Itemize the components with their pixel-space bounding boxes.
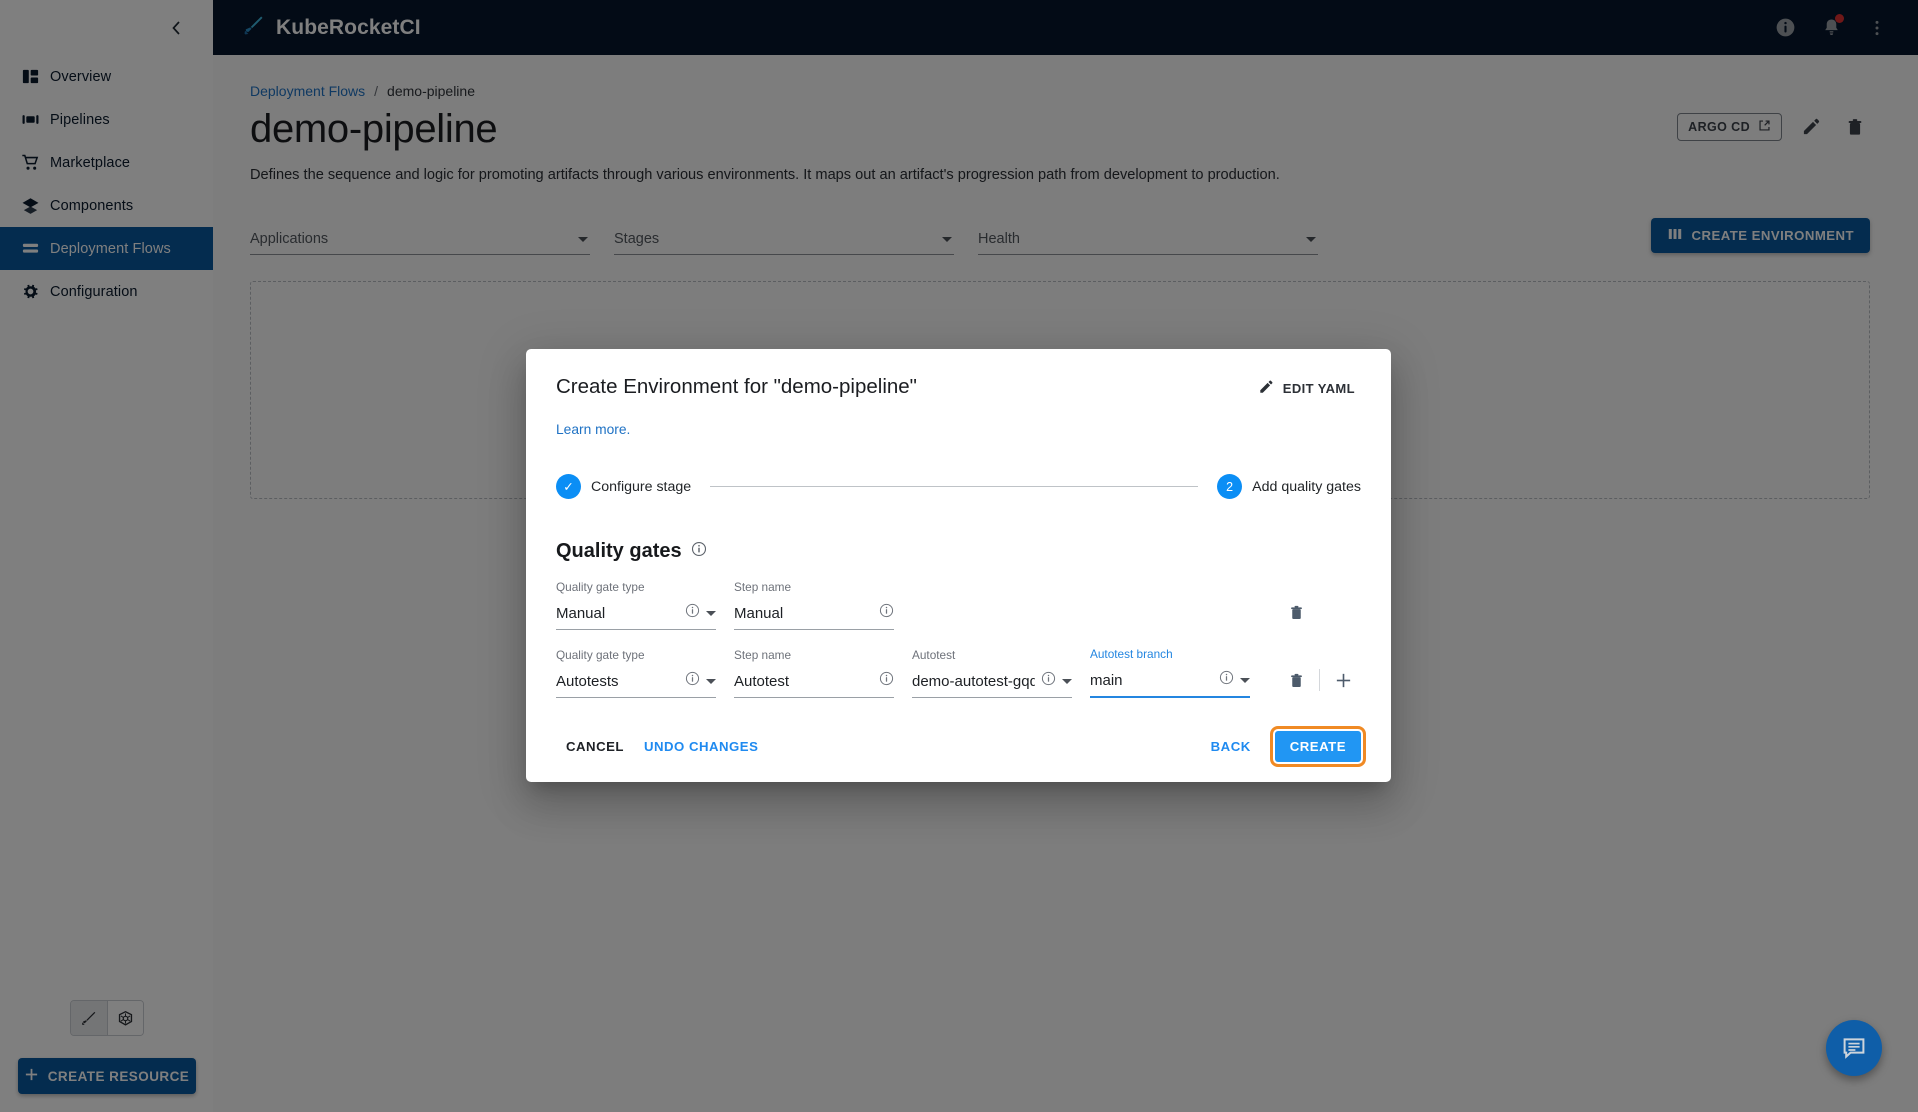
info-icon[interactable] bbox=[879, 603, 894, 623]
dialog-footer: CANCEL UNDO CHANGES BACK CREATE bbox=[556, 726, 1367, 782]
quality-gate-type-input[interactable]: Manual bbox=[556, 600, 716, 630]
action-divider bbox=[1319, 601, 1320, 623]
action-divider bbox=[1319, 669, 1320, 691]
step-marker-icon: ✓ bbox=[556, 474, 581, 499]
cancel-button[interactable]: CANCEL bbox=[556, 731, 634, 762]
autotest-input[interactable]: demo-autotest-gqdx bbox=[912, 668, 1072, 698]
step-name-label: Step name bbox=[734, 648, 792, 662]
create-button[interactable]: CREATE bbox=[1269, 726, 1367, 767]
quality-gate-type-value: Manual bbox=[556, 604, 606, 622]
edit-yaml-button[interactable]: EDIT YAML bbox=[1252, 375, 1361, 402]
chevron-down-icon[interactable] bbox=[706, 610, 716, 616]
autotest-branch-input[interactable]: main bbox=[1090, 667, 1250, 698]
add-quality-gate-placeholder bbox=[1325, 594, 1361, 630]
chevron-down-icon[interactable] bbox=[1062, 678, 1072, 684]
step-name-input[interactable]: Manual bbox=[734, 600, 894, 630]
chat-button[interactable] bbox=[1826, 1020, 1882, 1076]
quality-gates-title: Quality gates bbox=[556, 540, 682, 562]
step-marker-icon: 2 bbox=[1217, 474, 1243, 499]
quality-gate-row: Quality gate type Manual Step name Manual bbox=[556, 580, 1361, 630]
info-icon[interactable] bbox=[1041, 671, 1056, 691]
autotest-branch-value: main bbox=[1090, 671, 1123, 689]
row-actions bbox=[1278, 662, 1361, 698]
dialog-header: Create Environment for "demo-pipeline" E… bbox=[556, 375, 1361, 402]
step-name-field: Step name Autotest bbox=[734, 648, 894, 698]
step-name-value: Autotest bbox=[734, 672, 790, 690]
learn-more-link[interactable]: Learn more. bbox=[556, 422, 1361, 437]
quality-gate-type-label: Quality gate type bbox=[556, 648, 645, 662]
autotest-value: demo-autotest-gqdx bbox=[912, 672, 1035, 690]
info-icon[interactable] bbox=[685, 671, 700, 691]
step-name-label: Step name bbox=[734, 580, 792, 594]
dialog-title: Create Environment for "demo-pipeline" bbox=[556, 375, 917, 398]
autotest-branch-field: Autotest branch main bbox=[1090, 647, 1250, 698]
autotest-branch-label: Autotest branch bbox=[1090, 647, 1173, 661]
quality-gate-type-field: Quality gate type Autotests bbox=[556, 648, 716, 698]
quality-gate-type-field: Quality gate type Manual bbox=[556, 580, 716, 630]
back-button[interactable]: BACK bbox=[1201, 731, 1261, 762]
create-environment-dialog: Create Environment for "demo-pipeline" E… bbox=[526, 349, 1391, 782]
chevron-down-icon[interactable] bbox=[1240, 677, 1250, 683]
info-icon[interactable] bbox=[1219, 670, 1234, 690]
quality-gate-type-label: Quality gate type bbox=[556, 580, 645, 594]
quality-gate-type-value: Autotests bbox=[556, 672, 619, 690]
quality-gate-type-input[interactable]: Autotests bbox=[556, 668, 716, 698]
delete-quality-gate-button[interactable] bbox=[1278, 662, 1314, 698]
add-quality-gate-button[interactable] bbox=[1325, 662, 1361, 698]
autotest-label: Autotest bbox=[912, 648, 956, 662]
stepper-step-1[interactable]: ✓ Configure stage bbox=[556, 474, 691, 499]
step-name-field: Step name Manual bbox=[734, 580, 894, 630]
stepper-step-2[interactable]: 2 Add quality gates bbox=[1217, 474, 1361, 499]
step-name-input[interactable]: Autotest bbox=[734, 668, 894, 698]
delete-quality-gate-button[interactable] bbox=[1278, 594, 1314, 630]
info-icon[interactable] bbox=[691, 541, 707, 562]
quality-gate-row: Quality gate type Autotests Step name Autot… bbox=[556, 647, 1361, 698]
step-label: Add quality gates bbox=[1252, 478, 1361, 495]
quality-gates-rows: Quality gate type Manual Step name Manual Qu… bbox=[556, 580, 1361, 698]
application-root: OverviewPipelinesMarketplaceComponentsDe… bbox=[0, 0, 1918, 1112]
pencil-icon bbox=[1258, 379, 1274, 398]
step-name-value: Manual bbox=[734, 604, 784, 622]
edit-yaml-label: EDIT YAML bbox=[1282, 381, 1355, 396]
autotest-field: Autotest demo-autotest-gqdx bbox=[912, 648, 1072, 698]
stepper-connector bbox=[710, 486, 1199, 487]
quality-gates-header: Quality gates bbox=[556, 540, 1361, 563]
undo-changes-button[interactable]: UNDO CHANGES bbox=[634, 731, 768, 762]
info-icon[interactable] bbox=[685, 603, 700, 623]
chevron-down-icon[interactable] bbox=[706, 678, 716, 684]
dialog-stepper: ✓ Configure stage 2 Add quality gates bbox=[556, 474, 1361, 499]
step-label: Configure stage bbox=[591, 478, 692, 495]
info-icon[interactable] bbox=[879, 671, 894, 691]
chat-icon bbox=[1843, 1038, 1865, 1059]
row-actions bbox=[1278, 594, 1361, 630]
